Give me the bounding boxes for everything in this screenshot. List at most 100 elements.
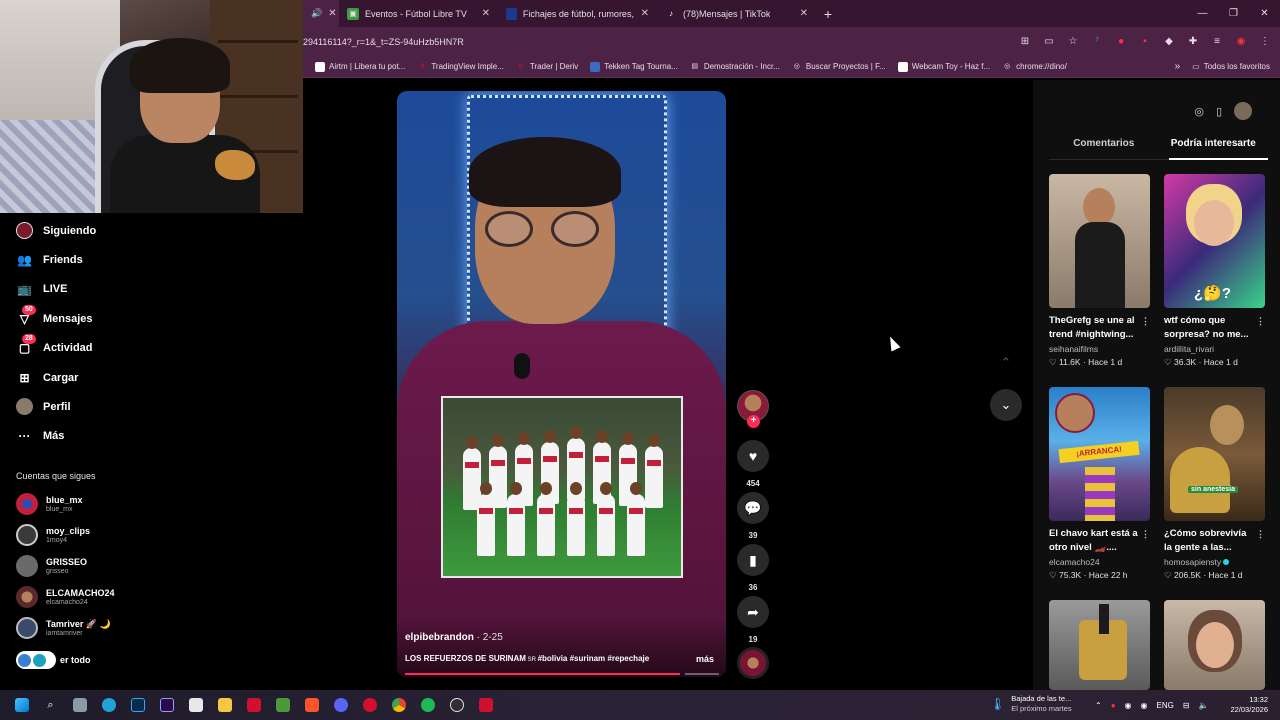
- video-author[interactable]: elpibebrandon · 2-25: [405, 632, 503, 643]
- followed-account[interactable]: GRISSEO grisseo: [16, 555, 87, 577]
- close-tab-icon[interactable]: ✕: [482, 8, 490, 19]
- bookmark-item[interactable]: d TradingView Imple...: [417, 62, 503, 72]
- bookmark-item[interactable]: Webcam Toy - Haz f...: [897, 61, 990, 72]
- card-author[interactable]: seihanaifilms: [1049, 344, 1150, 354]
- heart-icon[interactable]: ♥: [737, 440, 769, 472]
- recommended-video-card[interactable]: ¡ARRANCA! El chavo kart está a otro nive…: [1049, 387, 1150, 581]
- recommended-video-card[interactable]: TheGrefg se une al trend #nightwing... ⋮ …: [1049, 174, 1150, 368]
- bookmark-item[interactable]: Tekken Tag Tourna...: [590, 61, 678, 72]
- bookmark-item[interactable]: ▤ Demostración - Incr...: [690, 62, 780, 72]
- next-video-button[interactable]: ⌄: [990, 389, 1022, 421]
- search-icon[interactable]: ⌕: [36, 690, 65, 720]
- music-disc-icon[interactable]: [737, 647, 769, 679]
- voicemod-icon[interactable]: [471, 690, 500, 720]
- language-indicator[interactable]: ENG: [1157, 701, 1174, 710]
- tab-audio[interactable]: 🔊 ✕: [303, 0, 339, 27]
- nav-live[interactable]: 📺 LIVE: [16, 280, 67, 297]
- nav-activity[interactable]: ▢ 28 Actividad: [16, 334, 93, 356]
- brave-icon[interactable]: [297, 690, 326, 720]
- nav-more[interactable]: ··· Más: [16, 427, 65, 444]
- caption-more-button[interactable]: más: [696, 654, 714, 664]
- chevron-up-icon[interactable]: ⌃: [1095, 701, 1102, 710]
- tab-comments[interactable]: Comentarios: [1049, 134, 1159, 159]
- extension-diamond-icon[interactable]: ◆: [1162, 36, 1176, 47]
- translate-icon[interactable]: ⊞: [1018, 36, 1032, 47]
- followed-account[interactable]: blue_mx blue_mx: [16, 493, 83, 515]
- tab-fichajes[interactable]: Fichajes de fútbol, rumores, va ✕: [498, 0, 657, 27]
- recommended-video-card[interactable]: [1049, 600, 1150, 690]
- task-view-icon[interactable]: [65, 690, 94, 720]
- extensions-puzzle-icon[interactable]: ✚: [1186, 36, 1200, 47]
- bookmark-icon[interactable]: ▮: [737, 544, 769, 576]
- obs-icon[interactable]: [442, 690, 471, 720]
- chrome-icon[interactable]: [384, 690, 413, 720]
- spotify-icon[interactable]: [413, 690, 442, 720]
- opera-icon[interactable]: [355, 690, 384, 720]
- followed-account[interactable]: Tamriver 🚀 🌙 iamtamriver: [16, 617, 111, 639]
- card-options-icon[interactable]: ⋮: [1141, 527, 1150, 541]
- bookmarks-overflow-icon[interactable]: »: [1175, 61, 1181, 72]
- video-thumbnail[interactable]: [1049, 174, 1150, 308]
- comment-icon[interactable]: 💬: [737, 492, 769, 524]
- bookmark-item[interactable]: d Trader | Deriv: [516, 62, 578, 72]
- bookmark-item[interactable]: ◎ Buscar Proyectos | F...: [792, 62, 886, 72]
- clock[interactable]: 13:32 22/03/2026: [1230, 695, 1268, 715]
- card-author[interactable]: elcamacho24: [1049, 557, 1150, 567]
- recommended-video-card[interactable]: [1164, 600, 1265, 690]
- card-options-icon[interactable]: ⋮: [1256, 527, 1265, 541]
- author-name[interactable]: elpibebrandon: [405, 632, 474, 643]
- follow-plus-icon[interactable]: +: [747, 415, 760, 428]
- extension-tradingview-icon[interactable]: ⁷: [1090, 36, 1104, 47]
- nav-following[interactable]: Siguiendo: [16, 222, 96, 239]
- comment-action[interactable]: 💬 39: [737, 492, 769, 540]
- menu-dots-icon[interactable]: ⋮: [1258, 36, 1272, 47]
- see-all-button[interactable]: er todo: [16, 651, 91, 669]
- speaker-icon[interactable]: 🔊: [311, 8, 322, 19]
- video-progress-bar[interactable]: [405, 673, 681, 675]
- url-field[interactable]: 294116114?_r=1&_t=ZS-94uHzb5HN7R: [303, 37, 464, 47]
- extension-red-icon[interactable]: ●: [1114, 36, 1128, 47]
- minecraft-icon[interactable]: [268, 690, 297, 720]
- store-icon[interactable]: [181, 690, 210, 720]
- card-options-icon[interactable]: ⋮: [1141, 314, 1150, 328]
- nav-profile[interactable]: Perfil: [16, 398, 71, 415]
- tab-you-may-like[interactable]: Podría interesarte: [1159, 134, 1269, 160]
- all-bookmarks-button[interactable]: ▭ Todos los favoritos: [1192, 62, 1280, 71]
- compass-icon[interactable]: ◎: [1194, 105, 1204, 118]
- deriv-app-icon[interactable]: [239, 690, 268, 720]
- cast-icon[interactable]: ▭: [1042, 36, 1056, 47]
- user-avatar[interactable]: [1234, 102, 1252, 120]
- close-tab-icon[interactable]: ✕: [641, 8, 649, 19]
- video-thumbnail[interactable]: [1049, 600, 1150, 690]
- close-window-icon[interactable]: ✕: [1249, 0, 1280, 27]
- tray-app-icon[interactable]: ◉: [1141, 701, 1148, 710]
- previous-video-button[interactable]: ⌃: [990, 347, 1022, 379]
- windows-start-icon[interactable]: [7, 690, 36, 720]
- minimize-icon[interactable]: —: [1187, 0, 1218, 27]
- nav-friends[interactable]: 👥 Friends: [16, 251, 83, 268]
- tray-app-icon[interactable]: ◉: [1125, 701, 1132, 710]
- weather-widget[interactable]: 🌡 Bajada de las te... El próximo martes: [990, 694, 1072, 714]
- photoshop-icon[interactable]: [123, 690, 152, 720]
- video-thumbnail[interactable]: ¡ARRANCA!: [1049, 387, 1150, 521]
- share-icon[interactable]: ➦: [737, 596, 769, 628]
- video-thumbnail[interactable]: ¿🤔?: [1164, 174, 1265, 308]
- card-author[interactable]: ardillita_rivari: [1164, 344, 1265, 354]
- share-action[interactable]: ➦ 19: [737, 596, 769, 644]
- tab-futbol-libre[interactable]: ▣ Eventos - Fútbol Libre TV ✕: [339, 0, 498, 27]
- card-author[interactable]: homosapiensty: [1164, 557, 1265, 567]
- discord-icon[interactable]: [326, 690, 355, 720]
- maximize-icon[interactable]: ❐: [1218, 0, 1249, 27]
- recommended-video-card[interactable]: ¿🤔? wtf cómo que sorpresa? no me... ⋮ ard…: [1164, 174, 1265, 368]
- premiere-icon[interactable]: [152, 690, 181, 720]
- volume-icon[interactable]: 🔈: [1199, 701, 1209, 710]
- new-tab-button[interactable]: +: [816, 6, 840, 22]
- media-icon[interactable]: ≡: [1210, 36, 1224, 47]
- nav-upload[interactable]: ⊞ Cargar: [16, 369, 78, 386]
- phone-icon[interactable]: ▯: [1216, 105, 1222, 118]
- video-thumbnail[interactable]: sin anestesia: [1164, 387, 1265, 521]
- video-thumbnail[interactable]: [1164, 600, 1265, 690]
- nav-messages[interactable]: ▽ 50 Mensajes: [16, 305, 93, 327]
- profile-avatar-icon[interactable]: ◉: [1234, 36, 1248, 47]
- edge-icon[interactable]: [94, 690, 123, 720]
